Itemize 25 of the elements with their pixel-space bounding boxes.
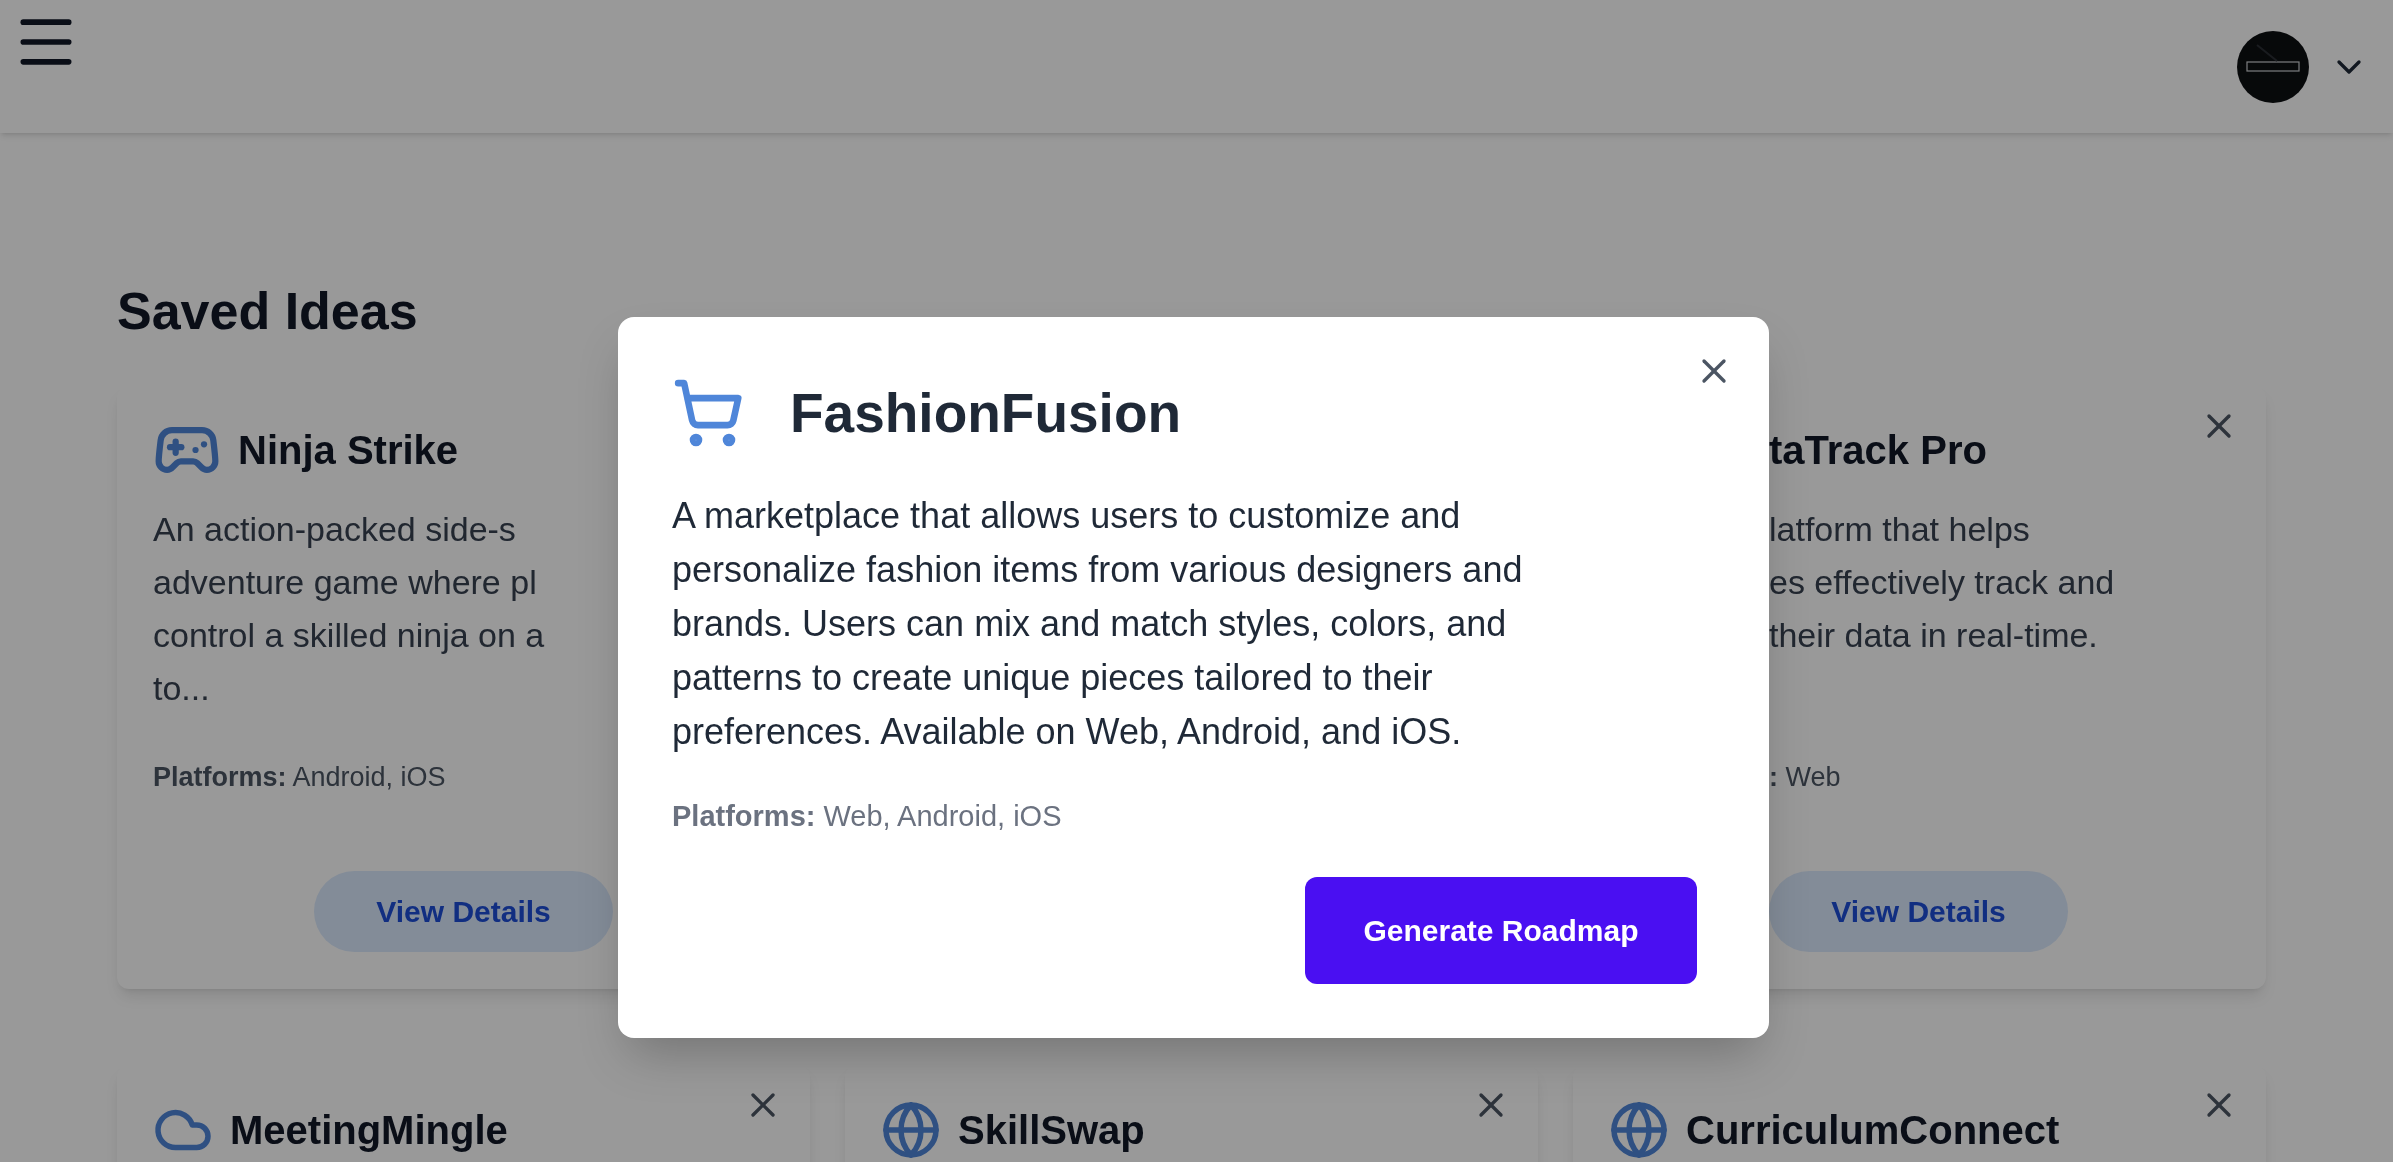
dialog-title: FashionFusion — [790, 380, 1182, 446]
dialog-description: A marketplace that allows users to customize and personalize fashion items from various designers and brands. Users can mix and match styles, colors, and patterns to create unique pieces tailored to their preferences. Available on Web, Android, and iOS. — [672, 494, 1524, 754]
platforms-text: Platforms: Web, Android, iOS — [672, 799, 1063, 833]
card-title: Ninja Strike — [238, 427, 459, 474]
cart-icon — [672, 377, 744, 449]
platforms-text: : Web — [1769, 761, 1842, 794]
card-title: CurriculumConnect — [1686, 1107, 2060, 1154]
generate-roadmap-button[interactable]: Generate Roadmap — [1305, 877, 1697, 984]
description-line: adventure game where pl — [153, 562, 537, 603]
description-line: to... — [153, 668, 210, 709]
card-title: SkillSwap — [958, 1107, 1145, 1154]
description-line: latform that helps — [1769, 509, 2030, 550]
globe-icon — [1609, 1100, 1669, 1160]
view-details-button[interactable]: View Details — [314, 871, 613, 952]
globe-icon — [881, 1100, 941, 1160]
description-line: their data in real-time. — [1769, 615, 2098, 656]
platforms-text: Platforms: Android, iOS — [153, 761, 447, 794]
page-heading: Saved Ideas — [117, 281, 419, 342]
card-title: MeetingMingle — [230, 1107, 508, 1154]
view-details-button[interactable]: View Details — [1769, 871, 2068, 952]
description-line: control a skilled ninja on a — [153, 615, 545, 656]
card-title: taTrack Pro — [1769, 427, 1987, 474]
avatar[interactable] — [2237, 30, 2309, 103]
description-line: An action-packed side-s — [153, 509, 516, 550]
description-line: es effectively track and — [1769, 562, 2115, 603]
